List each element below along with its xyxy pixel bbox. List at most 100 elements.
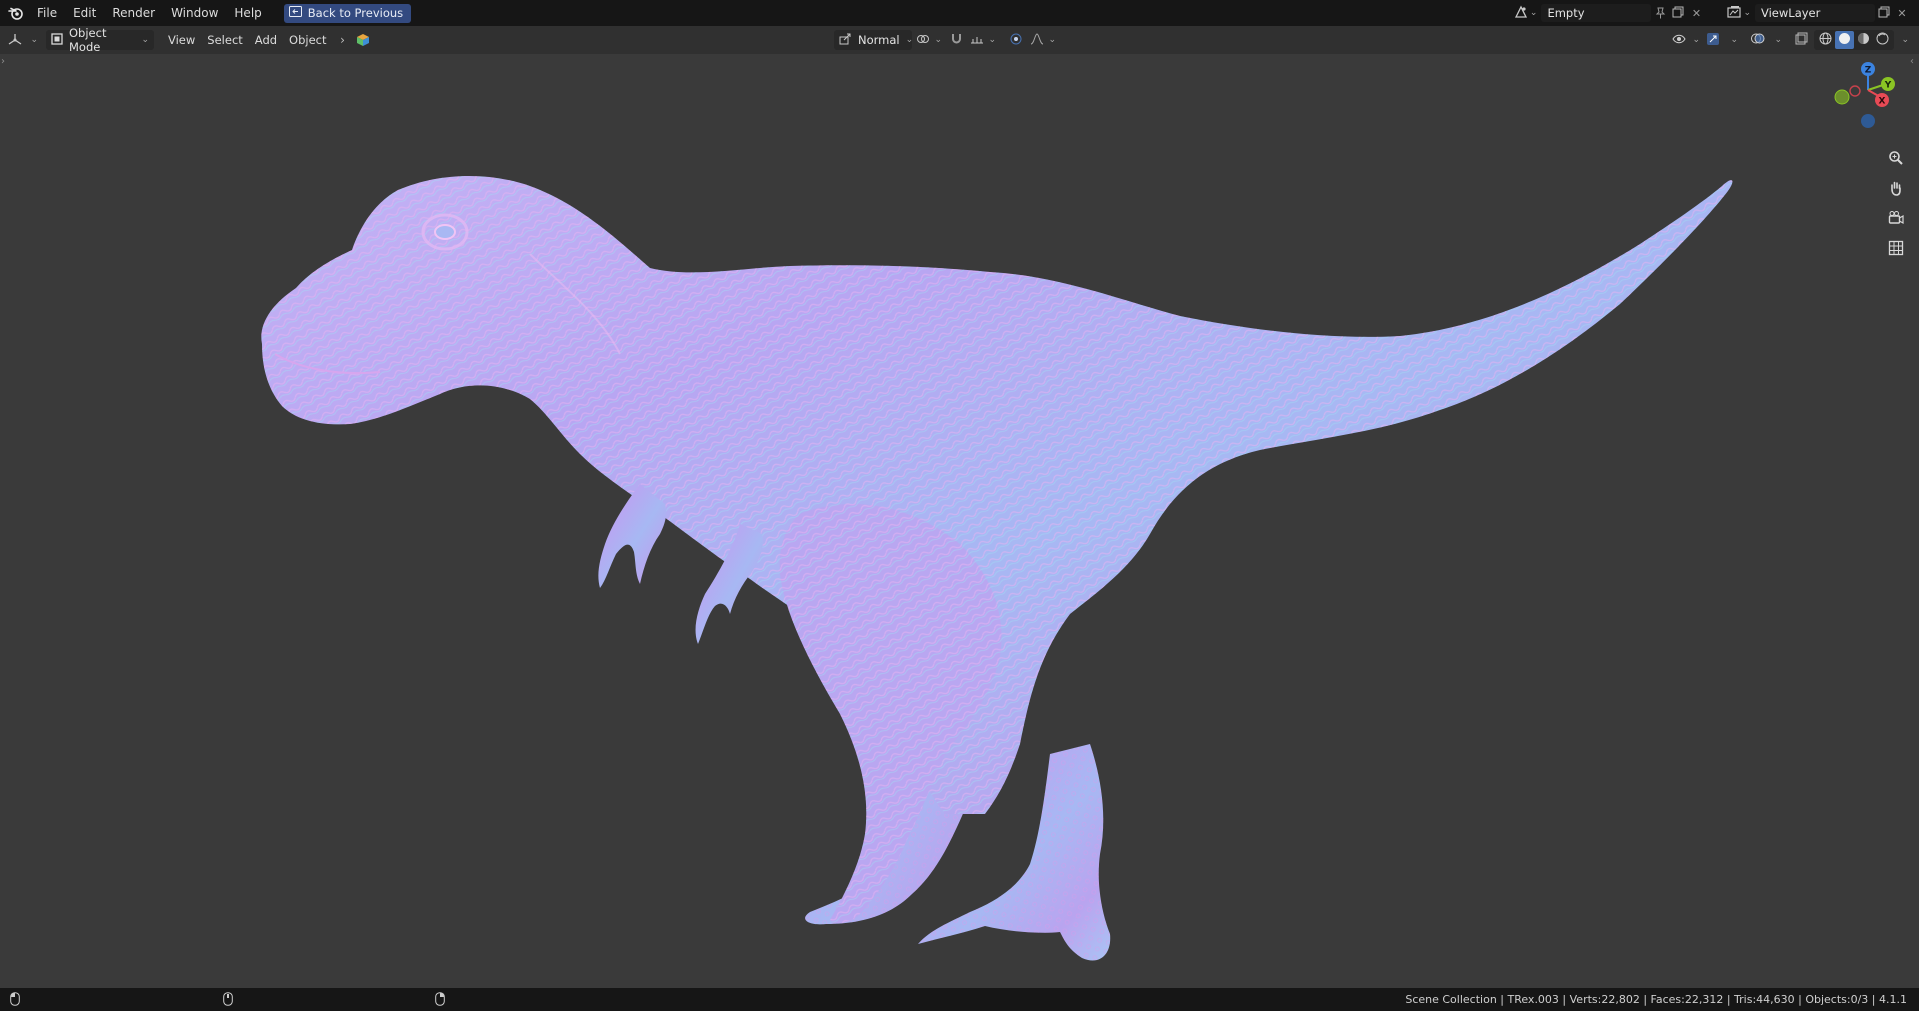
grid-icon[interactable] — [1884, 236, 1908, 260]
left-mouse-icon — [10, 992, 20, 1009]
mode-label: Object Mode — [69, 26, 107, 54]
collapse-menus-button[interactable]: › — [333, 30, 353, 50]
new-scene-button[interactable] — [1669, 4, 1687, 22]
viewport-editor-icon — [8, 33, 22, 48]
view-layer-name-field[interactable]: ViewLayer — [1755, 4, 1875, 22]
chevron-down-icon: ⌄ — [141, 35, 149, 45]
menu-render[interactable]: Render — [104, 3, 163, 23]
sidebar-expand-arrow[interactable]: ‹ — [1910, 56, 1914, 67]
scene-viewlayer-area: ⌄ Empty ✕ ⌄ ViewLayer ✕ — [1510, 0, 1919, 26]
pin-icon[interactable] — [1651, 4, 1669, 22]
proportional-editing-toggle[interactable] — [1006, 30, 1026, 50]
wireframe-shading-button[interactable] — [1816, 31, 1835, 49]
gizmo-options-button[interactable]: ⌄ — [1726, 30, 1738, 50]
y-axis-label: Y — [1884, 81, 1892, 91]
falloff-button[interactable]: ⌄ — [1030, 30, 1056, 50]
chevron-down-icon: ⌄ — [905, 35, 914, 45]
solid-sphere-icon — [1838, 32, 1851, 48]
viewport-display-tools: ⌄ ⌄ ⌄ ⌄ — [1672, 30, 1909, 50]
mode-dropdown[interactable]: Object Mode ⌄ — [46, 26, 154, 54]
new-view-layer-button[interactable] — [1875, 4, 1893, 22]
proportional-icon — [1010, 33, 1022, 48]
transform-orientation-dropdown[interactable]: Normal ⌄ — [834, 30, 914, 50]
wireframe-icon — [1819, 32, 1832, 48]
shading-mode-group — [1814, 30, 1894, 50]
neg-x-handle[interactable] — [1849, 85, 1861, 97]
pivot-icon — [916, 33, 930, 48]
object-mode-icon — [51, 32, 63, 48]
snap-toggle[interactable] — [946, 30, 966, 50]
xray-icon — [1795, 32, 1808, 48]
orientation-label: Normal — [858, 33, 900, 47]
menu-help[interactable]: Help — [226, 3, 269, 23]
near-arm — [598, 484, 667, 588]
z-axis-label: Z — [1865, 66, 1872, 76]
blender-logo-icon[interactable] — [3, 0, 29, 26]
overlays-options-button[interactable]: ⌄ — [1770, 30, 1782, 50]
menu-select[interactable]: Select — [201, 30, 248, 50]
xray-toggle[interactable] — [1791, 30, 1811, 50]
viewport-header: ⌄ Object Mode ⌄ View Select Add Object › — [0, 26, 1919, 54]
chevron-down-icon: ⌄ — [1774, 35, 1782, 45]
rendered-sphere-icon — [1876, 32, 1889, 48]
chevron-down-icon: ⌄ — [30, 35, 38, 45]
status-bar: Scene Collection | TRex.003 | Verts:22,8… — [0, 988, 1919, 1011]
blender-window: File Edit Render Window Help Back to Pre… — [0, 0, 1919, 1011]
hand-icon[interactable] — [1884, 176, 1908, 200]
rendered-shading-button[interactable] — [1873, 31, 1892, 49]
near-thigh-texture — [779, 504, 1002, 924]
view-layer-selector: ⌄ ViewLayer ✕ — [1723, 4, 1911, 22]
back-to-previous-button[interactable]: Back to Previous — [283, 3, 412, 23]
menu-object[interactable]: Object — [283, 30, 332, 50]
view-layer-icon — [1727, 5, 1742, 21]
gizmo-toggle[interactable] — [1703, 30, 1723, 50]
close-icon[interactable]: ✕ — [1893, 4, 1911, 22]
chevron-down-icon: ⌄ — [1901, 35, 1909, 45]
duplicate-icon — [1878, 6, 1890, 21]
chevron-down-icon: ⌄ — [1743, 8, 1751, 18]
axis-gizmo-icon[interactable]: Z Y X — [1818, 60, 1898, 150]
middle-mouse-icon — [223, 992, 233, 1009]
viewport-canvas[interactable] — [0, 54, 1919, 988]
menu-window[interactable]: Window — [163, 3, 226, 23]
visibility-button[interactable]: ⌄ — [1672, 30, 1700, 50]
transform-tools: Normal ⌄ ⌄ ⌄ ⌄ — [834, 30, 1056, 50]
menu-edit[interactable]: Edit — [65, 3, 104, 23]
camera-icon[interactable] — [1884, 206, 1908, 230]
close-icon[interactable]: ✕ — [1687, 4, 1705, 22]
toolbar-expand-arrow[interactable]: › — [1, 56, 5, 67]
editor-type-button[interactable]: ⌄ — [8, 30, 38, 50]
scene-name-field[interactable]: Empty — [1541, 4, 1652, 22]
chevron-down-icon: ⌄ — [1692, 35, 1700, 45]
orientation-icon — [839, 33, 852, 48]
3d-viewport[interactable]: › ‹ Z Y X — [0, 54, 1919, 988]
eye-icon — [1672, 33, 1686, 47]
neg-y-handle[interactable] — [1834, 89, 1850, 105]
scene-browse-button[interactable]: ⌄ — [1510, 5, 1542, 22]
material-shading-button[interactable] — [1854, 31, 1873, 49]
view-layer-browse-button[interactable]: ⌄ — [1723, 5, 1755, 21]
menu-view[interactable]: View — [162, 30, 201, 50]
menu-add[interactable]: Add — [249, 30, 283, 50]
overlays-icon — [1750, 32, 1765, 48]
zoom-icon[interactable] — [1884, 146, 1908, 170]
back-to-previous-label: Back to Previous — [307, 6, 404, 20]
magnet-icon — [950, 32, 963, 48]
pivot-point-button[interactable]: ⌄ — [916, 30, 942, 50]
material-sphere-icon — [1857, 32, 1870, 48]
right-mouse-icon — [435, 992, 445, 1009]
shading-options-button[interactable]: ⌄ — [1897, 30, 1909, 50]
overlays-toggle[interactable] — [1747, 30, 1767, 50]
chevron-down-icon: ⌄ — [988, 35, 996, 45]
chevron-down-icon: ⌄ — [1529, 8, 1538, 18]
neg-z-handle[interactable] — [1861, 114, 1875, 128]
scene-selector: ⌄ Empty ✕ — [1510, 4, 1706, 22]
snap-target-button[interactable]: ⌄ — [970, 30, 996, 50]
menu-file[interactable]: File — [29, 3, 65, 23]
chevron-down-icon: ⌄ — [1048, 35, 1056, 45]
trex-body-texture — [261, 175, 1733, 814]
solid-shading-button[interactable] — [1835, 31, 1854, 49]
top-bar: File Edit Render Window Help Back to Pre… — [0, 0, 1919, 26]
trex-model[interactable] — [261, 175, 1733, 961]
chevron-down-icon: ⌄ — [934, 35, 942, 45]
